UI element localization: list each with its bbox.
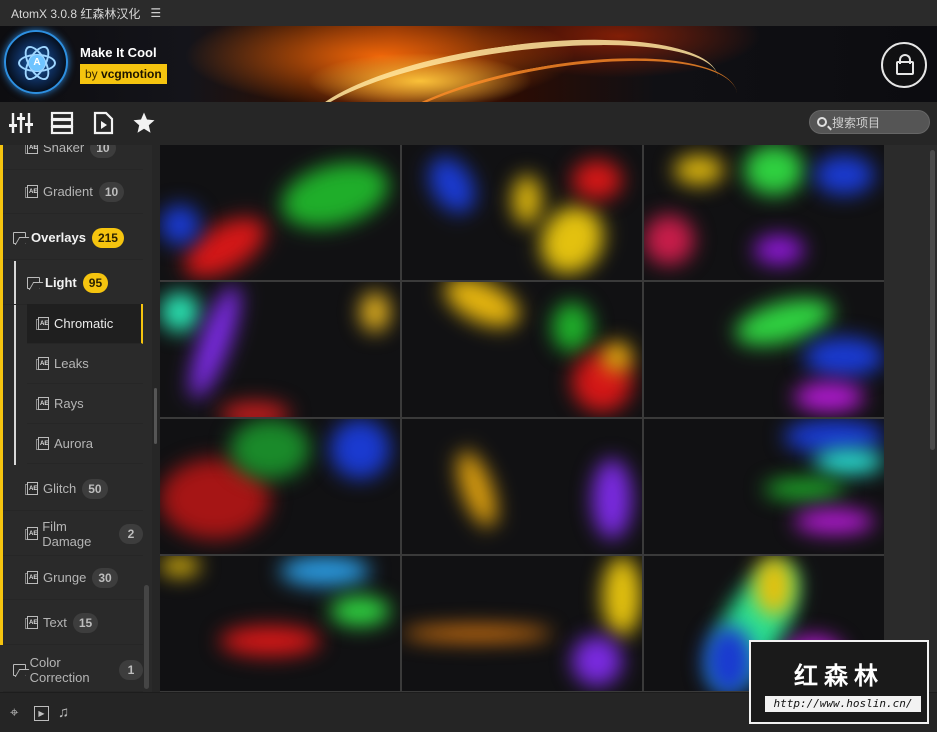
- ae-file-icon: [36, 437, 49, 450]
- watermark-url: http://www.hoslin.cn/: [765, 696, 921, 712]
- preview-tile[interactable]: [644, 145, 884, 280]
- search-input[interactable]: [832, 116, 924, 130]
- star-icon[interactable]: [132, 111, 156, 135]
- sidebar-item-aurora[interactable]: Aurora: [27, 424, 143, 464]
- shopping-bag-icon[interactable]: [881, 42, 927, 88]
- sidebar-item-grunge[interactable]: Grunge 30: [3, 556, 143, 600]
- sidebar-item-film-damage[interactable]: Film Damage 2: [3, 512, 143, 556]
- preview-grid: [160, 145, 884, 692]
- author-badge[interactable]: by vcgmotion: [80, 64, 167, 84]
- sidebar-scrollbar[interactable]: [144, 585, 149, 689]
- ae-file-icon: [25, 185, 38, 198]
- sidebar-item-light[interactable]: Light 95: [3, 261, 143, 305]
- play-icon[interactable]: ▶: [34, 706, 49, 721]
- sidebar-item-glitch[interactable]: Glitch 50: [3, 467, 143, 511]
- atomx-panel: AtomX 3.0.8 红森林汉化 ☰ A Make It Cool by vc…: [0, 0, 937, 732]
- watermark: 红森林 http://www.hoslin.cn/: [749, 640, 929, 724]
- grid-scrollbar[interactable]: [930, 150, 935, 450]
- sidebar-item-color-correction[interactable]: Color Correction 1: [3, 648, 143, 692]
- preview-tile[interactable]: [160, 419, 400, 554]
- ae-file-icon: [36, 397, 49, 410]
- ae-file-icon: [25, 571, 38, 584]
- search-icon: [817, 117, 827, 127]
- hamburger-icon[interactable]: ☰: [150, 6, 161, 20]
- preview-tile[interactable]: [402, 145, 642, 280]
- preview-tile[interactable]: [160, 556, 400, 691]
- atomx-logo-icon[interactable]: A: [4, 30, 68, 94]
- watermark-title: 红森林: [794, 662, 884, 690]
- preview-tile[interactable]: [402, 282, 642, 417]
- title-bar: AtomX 3.0.8 红森林汉化 ☰: [0, 0, 937, 26]
- ae-file-icon: [36, 317, 49, 330]
- pack-title: Make It Cool: [80, 45, 157, 60]
- folder-icon: [13, 231, 27, 244]
- preview-tile[interactable]: [644, 282, 884, 417]
- sidebar-item-text[interactable]: Text 15: [3, 601, 143, 645]
- ae-file-icon: [36, 357, 49, 370]
- sliders-icon[interactable]: [9, 111, 33, 135]
- sidebar-item-chromatic[interactable]: Chromatic: [27, 304, 143, 344]
- ae-file-icon: [25, 145, 38, 154]
- sidebar-item-leaks[interactable]: Leaks: [27, 344, 143, 384]
- preview-tile[interactable]: [160, 145, 400, 280]
- preview-tile[interactable]: [402, 419, 642, 554]
- video-file-icon[interactable]: [91, 111, 115, 135]
- category-sidebar[interactable]: Shaker 10 Gradient 10 Overlays 215 Light…: [0, 145, 152, 692]
- search-box[interactable]: [809, 110, 930, 134]
- splitter-handle[interactable]: [154, 388, 157, 444]
- preview-tile[interactable]: [402, 556, 642, 691]
- app-title: AtomX 3.0.8 红森林汉化: [11, 6, 141, 21]
- ae-file-icon: [25, 482, 38, 495]
- ae-file-icon: [25, 616, 38, 629]
- sidebar-item-overlays[interactable]: Overlays 215: [3, 216, 143, 260]
- crosshair-icon[interactable]: ⌖: [10, 705, 18, 721]
- by-label: by: [85, 67, 98, 81]
- folder-icon: [13, 663, 26, 676]
- author-name: vcgmotion: [101, 67, 162, 81]
- folder-icon: [27, 276, 41, 289]
- pack-banner: A Make It Cool by vcgmotion: [0, 26, 937, 102]
- preview-tile[interactable]: [160, 282, 400, 417]
- sidebar-item-shaker[interactable]: Shaker 10: [3, 145, 143, 170]
- music-note-icon[interactable]: ♫: [58, 705, 69, 721]
- sidebar-item-rays[interactable]: Rays: [27, 384, 143, 424]
- preview-tile[interactable]: [644, 419, 884, 554]
- list-icon[interactable]: [50, 111, 74, 135]
- sidebar-item-gradient[interactable]: Gradient 10: [3, 170, 143, 214]
- ae-file-icon: [25, 527, 38, 540]
